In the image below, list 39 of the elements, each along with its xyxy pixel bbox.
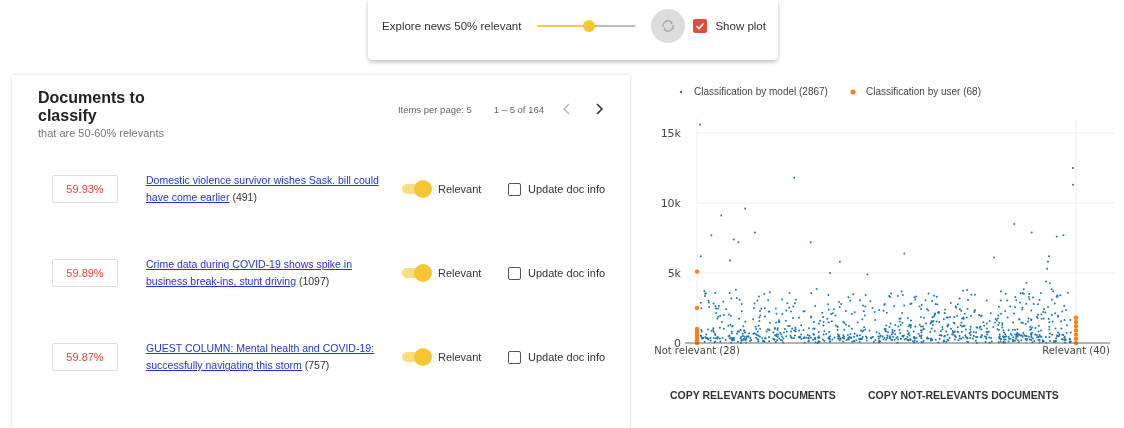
relevant-toggle[interactable] — [402, 265, 430, 281]
checkbox-label: Update doc info — [528, 351, 606, 363]
y-tick-label: 15k — [660, 127, 681, 140]
x-axis-label: Not relevant (28) — [654, 345, 740, 356]
toggle-label: Relevant — [438, 351, 482, 363]
checkbox-label: Show plot — [715, 20, 766, 32]
document-title[interactable]: Domestic violence survivor wishes Sask. bill could have come earlier (491) — [146, 172, 394, 206]
relevant-toggle[interactable] — [402, 181, 430, 197]
update-checkbox[interactable] — [508, 350, 521, 364]
y-tick-label: 10k — [660, 197, 681, 210]
relevance-slider[interactable] — [537, 20, 636, 32]
score-badge: 59.89% — [52, 259, 118, 287]
y-tick-label: 5k — [667, 267, 681, 280]
x-axis-label: Relevant (40) — [1042, 345, 1110, 356]
relevant-toggle[interactable] — [402, 349, 430, 365]
score-badge: 59.87% — [52, 343, 118, 371]
chevron-right-icon — [595, 103, 604, 115]
show-plot-checkbox[interactable] — [693, 19, 708, 33]
items-per-page: Items per page: 5 — [397, 103, 472, 115]
legend-label: Classification by model (2867) — [694, 86, 828, 97]
document-title[interactable]: Crime data during COVID-19 shows spike in business break-ins, stunt driving (1097) — [146, 256, 394, 290]
checkbox-label: Update doc info — [528, 267, 606, 279]
chevron-left-icon — [562, 103, 571, 115]
toggle-label: Relevant — [438, 183, 482, 195]
card-title: Documents to classify — [38, 89, 146, 125]
score-badge: 59.93% — [52, 175, 118, 203]
card-subtitle: that are 50-60% relevants — [38, 127, 165, 139]
update-checkbox[interactable] — [508, 266, 521, 280]
refresh-icon — [660, 18, 677, 34]
slider-label: Explore news 50% relevant — [382, 20, 522, 32]
toggle-label: Relevant — [438, 267, 482, 279]
legend-label: Classification by user (68) — [865, 86, 981, 97]
copy-button[interactable]: COPY NOT-RELEVANTS DOCUMENTS — [867, 385, 1059, 405]
update-checkbox[interactable] — [508, 182, 521, 196]
document-title[interactable]: GUEST COLUMN: Mental health and COVID-19: successfully navigating this storm (757) — [146, 340, 394, 374]
check-icon — [695, 21, 706, 31]
page-range: 1 – 5 of 164 — [493, 103, 544, 115]
checkbox-label: Update doc info — [528, 183, 606, 195]
copy-button[interactable]: COPY RELEVANTS DOCUMENTS — [670, 385, 836, 405]
